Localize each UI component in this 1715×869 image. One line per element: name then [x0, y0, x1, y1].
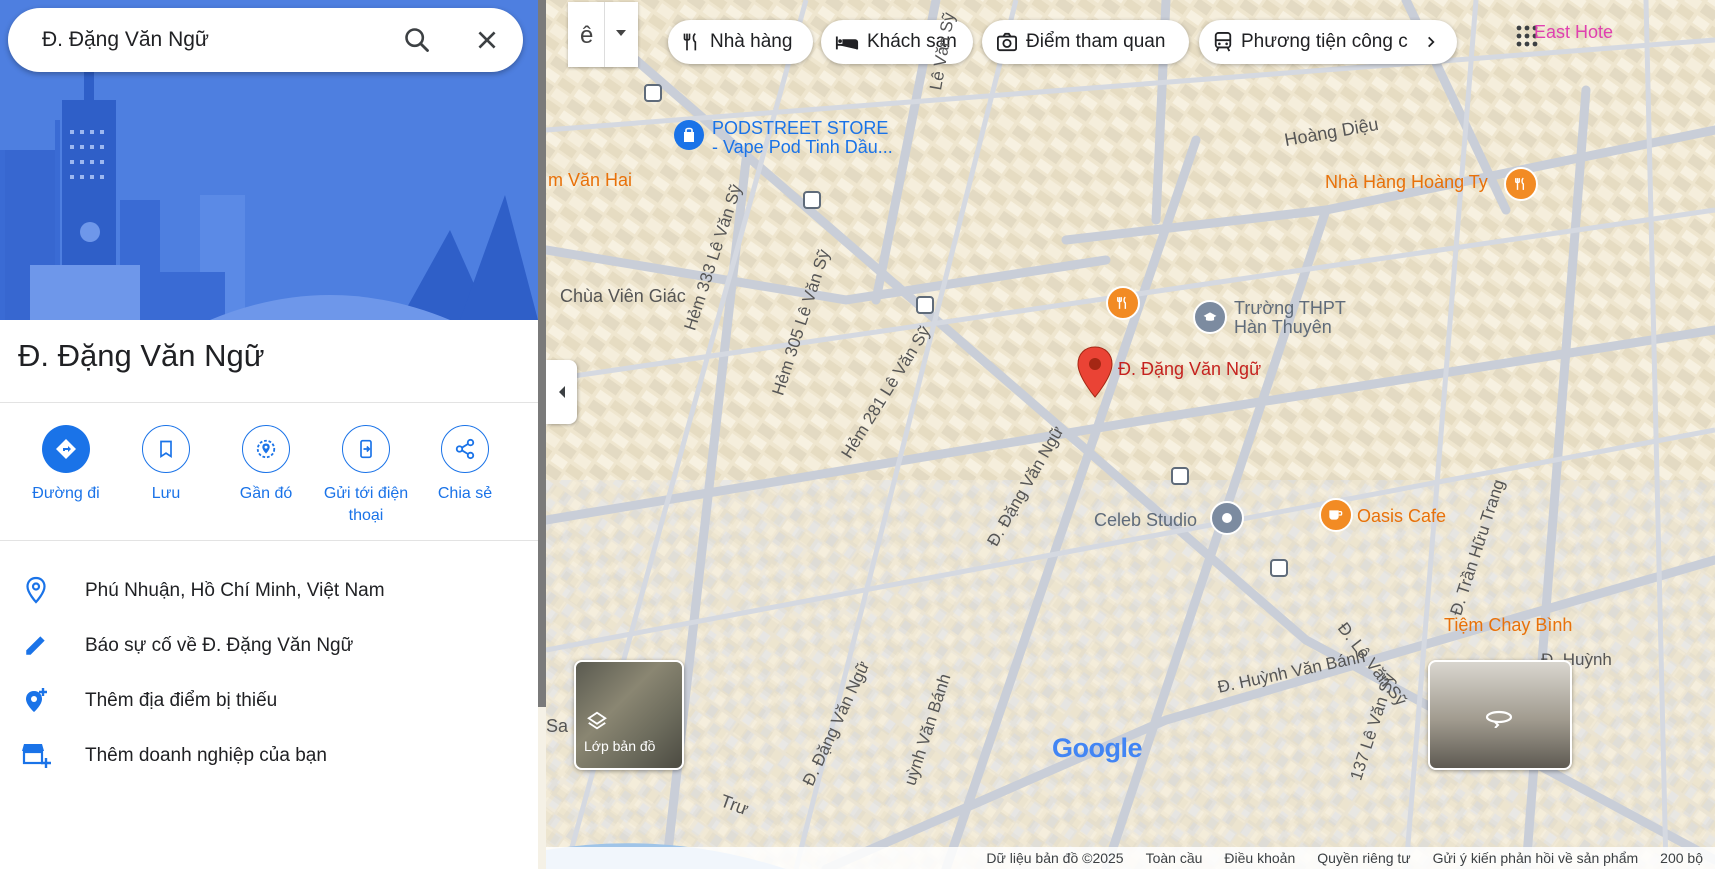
map-label-tiem-chay[interactable]: Tiệm Chay Bình — [1444, 615, 1572, 636]
add-missing-place-text: Thêm địa điểm bị thiếu — [85, 690, 278, 711]
map-toggle-control[interactable]: ê — [568, 2, 638, 67]
street-view-thumbnail[interactable] — [1428, 660, 1572, 770]
add-business-row[interactable]: Thêm doanh nghiệp của bạn — [0, 731, 538, 779]
add-business-text: Thêm doanh nghiệp của bạn — [85, 745, 327, 766]
keyboard-icon: ê — [580, 22, 594, 49]
report-issue-text: Báo sự cố về Đ. Đặng Văn Ngữ — [85, 635, 354, 656]
chip-transit[interactable]: Phương tiện công c — [1199, 20, 1457, 64]
bookmark-icon — [142, 425, 190, 473]
bus-stop-icon[interactable] — [803, 191, 821, 209]
chip-attractions[interactable]: Điểm tham quan — [982, 20, 1189, 64]
map-label-podstreet-sub[interactable]: - Vape Pod Tinh Dầu... — [712, 137, 893, 158]
map-label-van-hai[interactable]: m Văn Hai — [548, 170, 632, 191]
directions-icon — [42, 425, 90, 473]
chip-label: Điểm tham quan — [1026, 31, 1166, 52]
street-label: Sa — [546, 716, 569, 736]
share-button[interactable]: Chia sẻ — [415, 425, 515, 505]
save-label: Lưu — [151, 485, 181, 502]
chip-label: Phương tiện công c — [1241, 31, 1408, 52]
share-icon — [441, 425, 489, 473]
directions-label: Đường đi — [32, 485, 100, 502]
bus-stop-icon[interactable] — [1171, 467, 1189, 485]
restaurant-pin-icon[interactable] — [1504, 167, 1538, 201]
privacy-link[interactable]: Quyền riêng tư — [1317, 850, 1410, 866]
send-to-phone-button[interactable]: Gửi tới điện thoại — [316, 425, 416, 527]
camera-icon — [997, 32, 1017, 52]
map-label-celeb-studio[interactable]: Celeb Studio — [1094, 510, 1197, 531]
divider — [0, 402, 538, 403]
chevron-right-icon[interactable] — [1417, 24, 1453, 60]
search-box[interactable]: Đ. Đặng Văn Ngữ — [8, 8, 523, 72]
map-label-nha-hang-hoang-ty[interactable]: Nhà Hàng Hoàng Ty — [1325, 172, 1488, 193]
selected-location-pin-icon[interactable] — [1076, 346, 1114, 403]
add-location-icon — [20, 684, 52, 716]
google-logo-text: Google — [1052, 733, 1143, 763]
pencil-icon — [20, 629, 52, 661]
transit-icon — [1214, 32, 1232, 52]
layers-icon — [587, 711, 607, 730]
terms-link[interactable]: Điều khoản — [1224, 850, 1295, 866]
divider — [0, 540, 538, 541]
chip-label: Nhà hàng — [710, 31, 793, 52]
layers-button[interactable]: Lớp bản đồ — [574, 660, 684, 770]
nearby-icon — [242, 425, 290, 473]
hero-illustration: Đ. Đặng Văn Ngữ — [0, 0, 538, 320]
send-to-phone-label: Gửi tới điện thoại — [323, 485, 409, 524]
layers-label: Lớp bản đồ — [584, 738, 656, 754]
add-missing-place-row[interactable]: Thêm địa điểm bị thiếu — [0, 676, 538, 724]
map-footer: Dữ liệu bản đồ ©2025 Toàn cầu Điều khoản… — [546, 847, 1715, 869]
share-label: Chia sẻ — [437, 485, 493, 502]
global-link[interactable]: Toàn cầu — [1146, 850, 1203, 866]
chevron-down-icon[interactable] — [616, 30, 626, 36]
collapse-panel-button[interactable] — [546, 360, 577, 424]
map-data-credit: Dữ liệu bản đồ ©2025 — [986, 850, 1124, 866]
map-label-truong-sub[interactable]: Hàn Thuyên — [1234, 317, 1332, 338]
report-issue-row[interactable]: Báo sự cố về Đ. Đặng Văn Ngữ — [0, 621, 538, 669]
map-canvas[interactable]: ê Nhà hàng Khách sạn Điểm tham quan Phươ… — [546, 0, 1715, 869]
phone-send-icon — [342, 425, 390, 473]
map-label-oasis-cafe[interactable]: Oasis Cafe — [1357, 506, 1446, 527]
caret-left-icon — [558, 386, 565, 398]
rotate-360-icon — [1485, 710, 1513, 728]
page-title: Đ. Đặng Văn Ngữ — [18, 338, 265, 373]
nearby-label: Gần đó — [239, 485, 293, 502]
map-label-truong[interactable]: Trường THPT — [1234, 298, 1346, 319]
save-button[interactable]: Lưu — [116, 425, 216, 505]
address-row[interactable]: Phú Nhuận, Hồ Chí Minh, Việt Nam — [0, 566, 538, 614]
place-generic-icon[interactable] — [1210, 501, 1244, 535]
school-icon[interactable] — [1193, 300, 1227, 334]
side-panel: Đ. Đặng Văn Ngữ Đ. Đặng Văn Ngữ Đường đi… — [0, 0, 538, 869]
bus-stop-icon[interactable] — [644, 84, 662, 102]
restaurant-pin-icon[interactable] — [1106, 286, 1140, 320]
hotel-icon — [835, 36, 859, 50]
scale-label[interactable]: 200 bộ — [1660, 850, 1703, 866]
map-label-selected[interactable]: Đ. Đặng Văn Ngữ — [1118, 359, 1261, 380]
shopping-bag-icon[interactable] — [674, 120, 704, 150]
divider — [604, 2, 605, 67]
chip-restaurants[interactable]: Nhà hàng — [668, 20, 813, 64]
nearby-button[interactable]: Gần đó — [216, 425, 316, 505]
search-icon[interactable] — [400, 23, 434, 57]
map-label-podstreet[interactable]: PODSTREET STORE — [712, 118, 888, 139]
cafe-icon[interactable] — [1319, 498, 1353, 532]
bus-stop-icon[interactable] — [916, 296, 934, 314]
feedback-link[interactable]: Gửi ý kiến phản hồi về sản phẩm — [1433, 850, 1639, 866]
search-input[interactable]: Đ. Đặng Văn Ngữ — [42, 28, 209, 52]
map-label-chua-vien-giac[interactable]: Chùa Viên Giác — [560, 286, 686, 307]
directions-button[interactable]: Đường đi — [16, 425, 116, 505]
map-label-east-hotel[interactable]: East Hote — [1534, 22, 1613, 42]
close-icon[interactable] — [470, 23, 504, 57]
google-logo: Google — [1052, 733, 1143, 764]
address-text: Phú Nhuận, Hồ Chí Minh, Việt Nam — [85, 580, 385, 601]
location-pin-icon — [20, 574, 52, 606]
add-business-icon — [20, 739, 52, 771]
panel-scrollbar[interactable] — [538, 0, 546, 707]
bus-stop-icon[interactable] — [1270, 559, 1288, 577]
restaurant-icon — [683, 32, 697, 51]
